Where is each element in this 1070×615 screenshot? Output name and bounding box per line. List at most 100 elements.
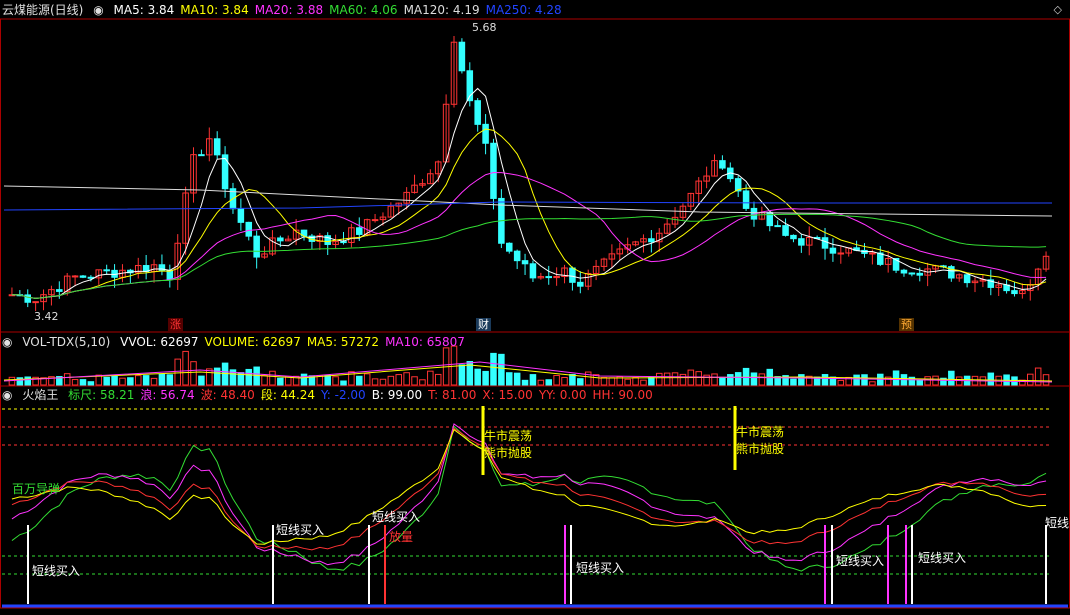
candle-body <box>32 301 39 304</box>
candle-body <box>837 252 845 255</box>
bull-shock-label: 牛市震荡 <box>736 425 785 439</box>
volume-bar <box>206 368 213 386</box>
volume-bar <box>1042 374 1050 386</box>
event-marker[interactable]: 预 <box>899 318 914 331</box>
volume-bar <box>324 374 331 386</box>
volume-bar <box>632 377 639 386</box>
volume-bar <box>277 377 284 386</box>
volume-bar <box>134 375 142 386</box>
volume-bar <box>569 373 576 386</box>
volume-value: VOLUME: 62697 <box>204 335 301 349</box>
volume-bar <box>655 372 663 386</box>
volume-bar <box>671 372 679 386</box>
candle-body <box>577 281 584 287</box>
volume-bar <box>434 373 442 386</box>
volume-bar <box>837 379 845 386</box>
candle-body <box>648 238 655 243</box>
volume-bar <box>127 377 134 386</box>
high-price-label: 5.68 <box>472 21 497 34</box>
short-buy-label: 短线买入 <box>32 564 81 578</box>
candle-body <box>371 219 379 222</box>
volume-indicator-values: VVOL: 62697 VOLUME: 62697 MA5: 57272 MA10: … <box>120 335 471 349</box>
candle-body <box>513 250 521 262</box>
volume-bar <box>158 373 166 386</box>
ma-value: MA10: 3.84 <box>180 3 249 17</box>
volume-bar <box>679 373 687 386</box>
volume-bar <box>356 375 363 386</box>
indicator-settings-icon[interactable]: ◉ <box>2 388 12 402</box>
volume-bar <box>924 376 931 386</box>
ma5-line <box>11 87 1047 299</box>
ma-value: MA250: 4.28 <box>485 3 562 17</box>
bear-sell-label: 熊市抛股 <box>484 446 533 460</box>
volume-bar <box>577 378 584 386</box>
candle-body <box>237 208 245 223</box>
candle-body <box>340 241 347 244</box>
candle-body <box>506 242 513 252</box>
volume-bar <box>261 374 268 386</box>
volume-bar <box>340 380 347 386</box>
candle-body <box>56 289 63 292</box>
volume-bar <box>608 377 616 386</box>
volume-bar <box>166 374 174 386</box>
event-marker[interactable]: 涨 <box>168 318 183 331</box>
event-marker[interactable]: 财 <box>476 318 491 331</box>
candle-body <box>356 227 363 235</box>
ma-value: MA120: 4.19 <box>403 3 480 17</box>
volume-bar <box>245 368 253 386</box>
volume-bar <box>482 370 489 386</box>
volume-value: VVOL: 62697 <box>120 335 199 349</box>
volume-settings-icon[interactable]: ◉ <box>2 335 12 349</box>
price-panel-frame <box>0 18 1070 333</box>
candle-body <box>103 269 110 272</box>
volume-bar <box>119 377 126 386</box>
volume-bar <box>79 379 87 386</box>
candle-body <box>482 123 489 144</box>
candle-body <box>221 154 229 190</box>
volume-bar <box>63 373 71 386</box>
candle-body <box>790 234 797 240</box>
fire-indicator-values: 标尺: 58.21 浪: 56.74 波: 48.40 段: 44.24 Y: -2.0… <box>68 388 659 402</box>
volume-bar <box>506 372 513 386</box>
volume-bar <box>150 377 158 386</box>
volume-bar <box>103 376 110 386</box>
volume-bar <box>869 381 876 386</box>
fire-value: YY: 0.00 <box>538 388 587 402</box>
ma-value: MA20: 3.88 <box>254 3 324 17</box>
short-buy-label: 短线买入 <box>836 554 885 568</box>
ma-value: MA60: 4.06 <box>329 3 398 17</box>
volume-bar <box>332 376 339 386</box>
candle-body <box>719 160 726 169</box>
volume-bar <box>395 374 403 386</box>
fire-value: 段: 44.24 <box>260 388 316 402</box>
low-price-label: 3.42 <box>34 310 59 323</box>
volume-bar <box>182 350 189 386</box>
volume-bar <box>790 378 797 386</box>
volume-bar <box>450 345 458 386</box>
volume-bar <box>458 364 466 386</box>
ma-indicator-values: MA5: 3.84 MA10: 3.84 MA20: 3.88 MA60: 4.06 M… <box>114 3 568 17</box>
candle-body <box>253 235 260 258</box>
stock-chart-window: 云煤能源(日线) ◉ MA5: 3.84 MA10: 3.84 MA20: 3.88… <box>0 0 1070 615</box>
volume-bar <box>419 379 426 386</box>
volume-bar <box>427 370 434 386</box>
volume-bar <box>798 374 805 386</box>
volume-bar <box>758 373 766 386</box>
volume-bar <box>537 379 545 386</box>
volume-bar <box>198 375 205 386</box>
candle-body <box>490 142 497 199</box>
candle-body <box>277 237 284 242</box>
chart-canvas[interactable] <box>0 0 1070 615</box>
candle-body <box>798 238 805 246</box>
volume-bar <box>892 370 900 386</box>
candle-body <box>166 269 174 280</box>
candle-body <box>545 276 552 279</box>
volume-bar <box>300 373 308 386</box>
fire-value: B: 99.00 <box>371 388 423 402</box>
candle-body <box>1011 290 1018 295</box>
ma-settings-icon[interactable]: ◉ <box>93 3 103 17</box>
short-buy-label: 短线买入 <box>372 510 421 524</box>
million-missile-label: 百万导弹 <box>12 482 61 496</box>
fire-value: 标尺: 58.21 <box>68 388 135 402</box>
expand-diamond-icon[interactable]: ◇ <box>1054 3 1062 16</box>
